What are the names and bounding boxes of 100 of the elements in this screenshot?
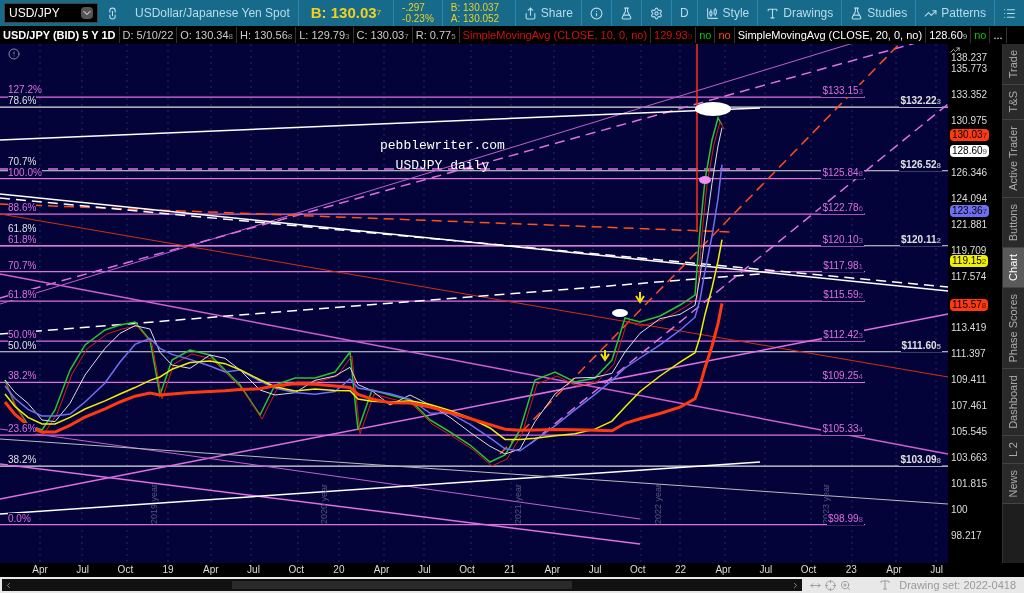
fibonacci-label: 61.8% <box>8 233 37 245</box>
price-tick-label: 105.545 <box>951 426 988 438</box>
price-level-label: $126.528 <box>899 158 942 171</box>
fibonacci-label: 38.2% <box>8 370 37 382</box>
price-change: -.297 <box>402 2 426 13</box>
study-value: ... <box>990 26 1007 44</box>
ohlc-value: R: 0.775 <box>412 26 460 44</box>
price-tick-label: 124.094 <box>951 192 988 204</box>
side-tab[interactable]: L 2 <box>1003 436 1024 464</box>
price-badge: 123.367 <box>950 205 990 218</box>
scroll-thumb[interactable] <box>232 581 572 589</box>
fibonacci-label: 78.6% <box>8 95 37 107</box>
chart-annotation: pebblewriter.com <box>380 137 505 155</box>
fibonacci-label: 50.0% <box>8 339 37 351</box>
price-tick-label: 121.881 <box>951 218 988 230</box>
side-tab[interactable]: Active Trader <box>1003 119 1024 198</box>
ohlc-value: O: 130.348 <box>177 26 238 44</box>
time-axis-label: Apr <box>544 563 561 576</box>
price-level-label: $125.848 <box>821 166 864 179</box>
alert-icon[interactable] <box>8 48 20 60</box>
share-icon <box>523 6 537 20</box>
price-level-label: $133.153 <box>821 85 864 98</box>
fibonacci-label: 100.0% <box>8 166 42 178</box>
fibonacci-label: 0.0% <box>8 512 31 524</box>
time-axis-label: Oct <box>459 563 475 576</box>
scroll-left-icon[interactable] <box>4 580 13 590</box>
price-tick-label: 117.574 <box>951 270 987 282</box>
chart-title: USD/JPY (BID) 5 Y 1D <box>0 26 120 44</box>
text-tool-icon[interactable] <box>879 579 892 591</box>
info-icon <box>589 6 603 20</box>
highlight-ellipse <box>695 102 731 116</box>
settings-icon <box>649 6 663 20</box>
year-marker: 2020 year <box>318 484 330 525</box>
crosshair-icon[interactable] <box>825 579 836 591</box>
autoscale-icon[interactable] <box>950 45 960 55</box>
side-tab[interactable]: T&S <box>1003 85 1024 120</box>
price-tick-label: 103.663 <box>951 452 988 464</box>
price-level-label: $111.605 <box>900 339 942 352</box>
study-value: SimpleMovingAvg (CLOSE, 10, 0, no) <box>459 26 652 44</box>
horizontal-scrollbar[interactable] <box>2 579 802 591</box>
price-tick-label: 100 <box>951 504 968 516</box>
ohlc-value: C: 130.037 <box>353 26 413 44</box>
ask-quote: A: 130.052 <box>450 13 500 24</box>
time-axis-label: Jul <box>417 563 431 576</box>
price-badge: 119.152 <box>950 255 989 268</box>
menu-icon <box>1003 6 1016 20</box>
ohlc-value: H: 130.568 <box>237 26 297 44</box>
highlight-ellipse <box>699 176 711 184</box>
time-axis-label: Jul <box>759 563 773 576</box>
price-tick-label: 119.709 <box>951 244 987 256</box>
down-arrow-icon <box>600 349 610 362</box>
symbol-field[interactable]: USD/JPY <box>4 3 98 23</box>
side-tab[interactable]: Chart <box>1003 247 1024 288</box>
symbol-description: USDollar/Japanese Yen Spot <box>134 5 291 22</box>
price-tick-label: 109.411 <box>951 374 987 386</box>
price-level-label: $132.223 <box>899 95 942 108</box>
time-axis-label: Apr <box>32 563 48 576</box>
time-axis-label: Jul <box>76 563 90 576</box>
year-marker: 2022 year <box>652 484 664 525</box>
side-tab[interactable]: Phase Scores <box>1003 287 1024 370</box>
side-tab[interactable]: News <box>1003 463 1024 505</box>
price-level-label: $105.334 <box>821 423 864 436</box>
fibonacci-label: 38.2% <box>8 454 37 466</box>
time-axis-label: Oct <box>630 563 646 576</box>
price-level-label: $109.254 <box>821 370 864 383</box>
time-axis-label: 23 <box>845 563 857 576</box>
year-marker: 2019 year <box>148 484 160 525</box>
time-axis-label: 21 <box>504 563 516 576</box>
time-axis-label: Apr <box>886 563 902 576</box>
study-value: no <box>696 26 716 44</box>
highlight-ellipse <box>612 309 628 317</box>
study-value: SimpleMovingAvg (CLOSE, 20, 0, no) <box>734 26 927 44</box>
price-tick-label: 101.815 <box>951 478 988 490</box>
price-change-percent: -0.23% <box>402 13 434 24</box>
side-tab[interactable]: Dashboard <box>1003 369 1024 437</box>
price-level-label: $117.981 <box>822 259 864 272</box>
time-axis-label: Jul <box>930 563 944 576</box>
fibonacci-label: 70.7% <box>8 155 37 167</box>
study-value: no <box>971 26 991 44</box>
link-icon[interactable] <box>106 6 119 20</box>
side-tab[interactable]: Buttons <box>1003 197 1024 248</box>
side-tab[interactable]: Trade <box>1003 44 1024 86</box>
price-level-label: $120.103 <box>821 233 864 246</box>
price-level-label: $120.112 <box>899 233 942 246</box>
dropdown-caret-icon <box>81 7 93 19</box>
fibonacci-label: 50.0% <box>8 328 37 340</box>
ohlc-value: D: 5/10/22 <box>119 26 178 44</box>
time-axis-label: Oct <box>800 563 817 576</box>
price-tick-label: 111.397 <box>951 348 986 360</box>
zoom-in-icon[interactable] <box>840 579 851 591</box>
price-tick-label: 107.461 <box>951 400 988 412</box>
fibonacci-label: 70.7% <box>8 259 37 271</box>
price-level-label: $115.592 <box>822 289 864 302</box>
price-badge: 130.037 <box>950 129 990 142</box>
fibonacci-label: 61.8% <box>8 222 37 234</box>
scroll-right-icon[interactable] <box>791 580 800 590</box>
time-axis-label: 20 <box>333 563 345 576</box>
study-value: 128.609 <box>926 26 972 44</box>
fibonacci-label: 23.6% <box>8 423 37 435</box>
study-value: no <box>715 26 735 44</box>
